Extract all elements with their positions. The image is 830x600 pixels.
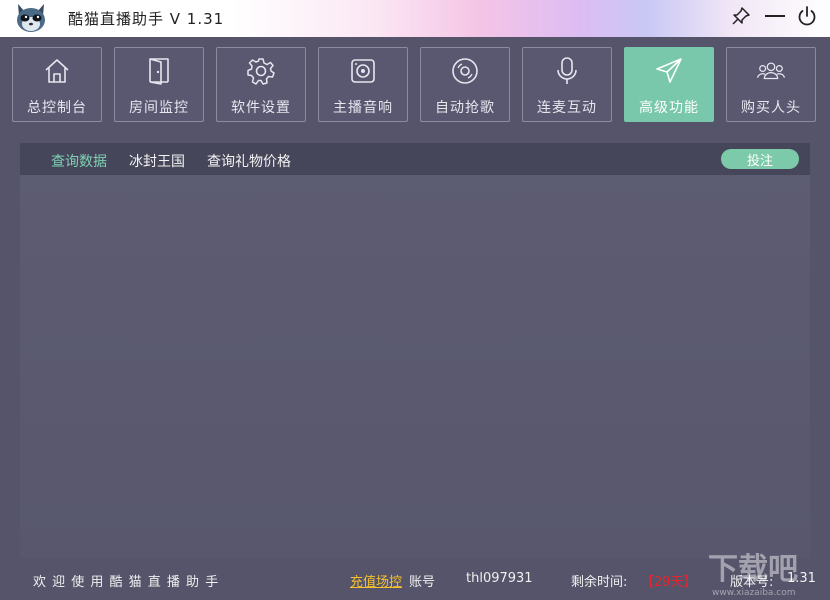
nav-item-room-monitor[interactable]: 房间监控: [114, 47, 204, 122]
content-panel: 查询数据 冰封王国 查询礼物价格 投注: [20, 143, 810, 558]
nav-item-label: 自动抢歌: [435, 97, 495, 117]
watermark-text: 下载吧: [708, 552, 798, 587]
cat-logo-icon: [14, 2, 48, 34]
minimize-icon: [764, 6, 786, 30]
welcome-text: 欢 迎 使 用 酷 猫 直 播 助 手: [33, 571, 219, 590]
remaining-time-label: 剩余时间:: [571, 571, 627, 590]
speaker-icon: [348, 56, 378, 86]
app-title: 酷猫直播助手 V 1.31: [68, 8, 224, 29]
nav-item-label: 购买人头: [741, 97, 801, 117]
pin-icon: [731, 6, 751, 30]
tab-query-data[interactable]: 查询数据: [51, 151, 107, 171]
microphone-icon: [552, 56, 582, 86]
home-icon: [42, 56, 72, 86]
disc-icon: [450, 56, 480, 86]
tab-frozen-kingdom[interactable]: 冰封王国: [129, 151, 185, 171]
account-value: thl097931: [466, 571, 533, 586]
nav-item-label: 总控制台: [27, 97, 87, 117]
nav-item-advanced[interactable]: 高级功能: [624, 47, 714, 122]
watermark-logo: 下载吧 www.xiazaiba.com: [704, 545, 830, 600]
title-bar: 酷猫直播助手 V 1.31: [0, 0, 830, 37]
nav-item-speaker[interactable]: 主播音响: [318, 47, 408, 122]
power-icon: [796, 5, 818, 31]
power-button[interactable]: [794, 6, 820, 30]
door-icon: [144, 56, 174, 86]
watermark-url: www.xiazaiba.com: [712, 588, 796, 598]
account-label: 账号: [409, 571, 435, 590]
minimize-button[interactable]: [762, 6, 788, 30]
pin-button[interactable]: [728, 6, 754, 30]
nav-item-label: 房间监控: [129, 97, 189, 117]
remaining-time-value: 【29天】: [641, 571, 697, 590]
recharge-link[interactable]: 充值场控: [350, 571, 402, 590]
nav-item-mic-interact[interactable]: 连麦互动: [522, 47, 612, 122]
nav-item-auto-song[interactable]: 自动抢歌: [420, 47, 510, 122]
panel-tab-bar: 查询数据 冰封王国 查询礼物价格 投注: [20, 143, 810, 175]
bet-button[interactable]: 投注: [721, 149, 799, 169]
gear-icon: [246, 56, 276, 86]
users-icon: [756, 56, 786, 86]
nav-item-buy-viewers[interactable]: 购买人头: [726, 47, 816, 122]
nav-item-label: 高级功能: [639, 97, 699, 117]
nav-item-console[interactable]: 总控制台: [12, 47, 102, 122]
nav-item-label: 连麦互动: [537, 97, 597, 117]
send-icon: [654, 56, 684, 86]
nav-item-settings[interactable]: 软件设置: [216, 47, 306, 122]
main-nav: 总控制台 房间监控 软件设置 主播音响 自动抢歌 连麦互动 高级功能: [12, 47, 818, 123]
tab-gift-price[interactable]: 查询礼物价格: [207, 151, 291, 171]
nav-item-label: 主播音响: [333, 97, 393, 117]
nav-item-label: 软件设置: [231, 97, 291, 117]
